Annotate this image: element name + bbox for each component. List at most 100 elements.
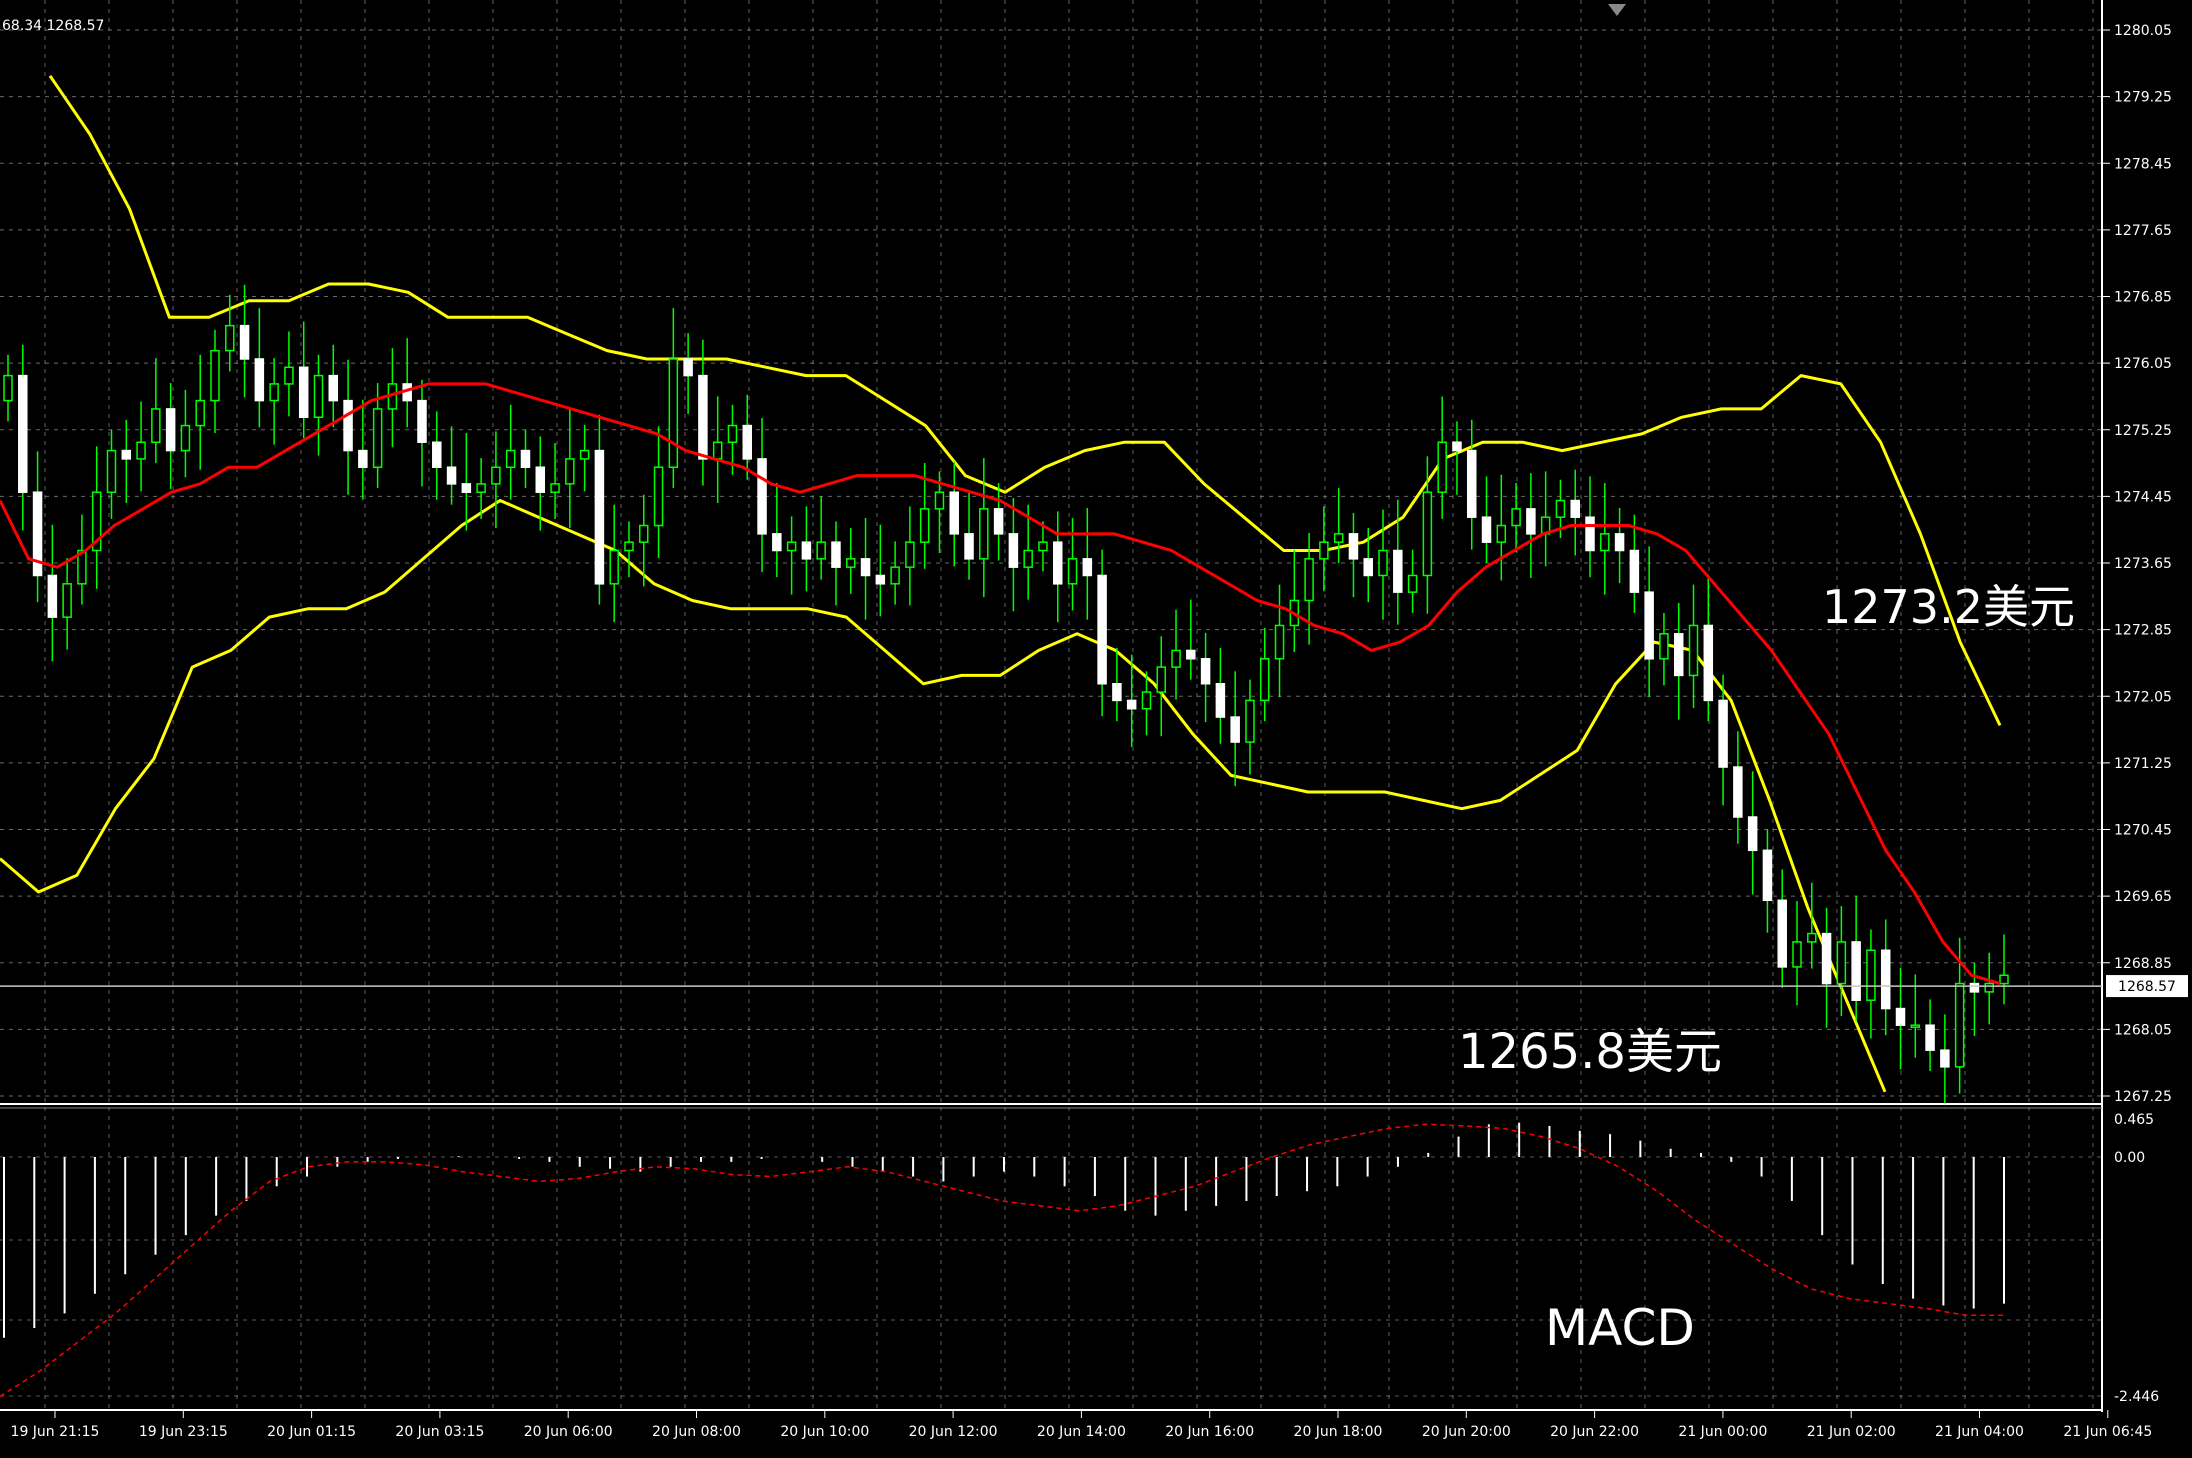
candle-body [1437, 441, 1447, 493]
candle-body [609, 549, 619, 585]
candle-body [195, 399, 205, 427]
candle-body [712, 441, 723, 460]
x-tick-label: 20 Jun 12:00 [909, 1424, 998, 1440]
y-tick-label: 1272.05 [2114, 689, 2172, 705]
candle-body [831, 541, 841, 568]
candle-body [1274, 624, 1285, 660]
current-price-label: 1268.57 [2118, 979, 2176, 995]
x-tick-label: 21 Jun 02:00 [1807, 1424, 1896, 1440]
candle-body [47, 574, 58, 618]
y-tick-label: 1277.65 [2114, 223, 2172, 239]
candle-body [1526, 508, 1536, 535]
candle-body [1067, 558, 1078, 585]
candle-body [579, 449, 590, 460]
x-tick-label: 20 Jun 10:00 [780, 1424, 869, 1440]
y-tick-label: 1272.85 [2114, 623, 2172, 639]
candle-body [1851, 941, 1861, 1001]
candle-body [653, 466, 664, 527]
candle-body [846, 558, 856, 568]
candle-body [136, 441, 146, 460]
candle-body [1807, 932, 1817, 943]
x-tick-label: 20 Jun 20:00 [1422, 1424, 1511, 1440]
macd-y-tick-label: 0.00 [2114, 1150, 2145, 1166]
candle-body [1496, 524, 1507, 543]
candle-body [1629, 549, 1640, 593]
y-tick-label: 1275.25 [2114, 423, 2172, 439]
candle-body [550, 483, 560, 493]
y-tick-label: 1269.65 [2114, 889, 2172, 905]
candle-body [1733, 766, 1743, 818]
candle-body [106, 449, 117, 493]
x-tick-label: 20 Jun 18:00 [1294, 1424, 1383, 1440]
candle-body [505, 449, 516, 468]
candle-body [1673, 633, 1684, 677]
candle-body [565, 458, 575, 485]
x-tick-label: 21 Jun 00:00 [1678, 1424, 1767, 1440]
candle-body [964, 533, 974, 560]
candle-body [1688, 624, 1699, 677]
candle-body [993, 508, 1004, 535]
x-tick-label: 21 Jun 04:00 [1935, 1424, 2024, 1440]
candle-body [1393, 549, 1403, 593]
candle-body [1954, 982, 1965, 1068]
x-tick-label: 19 Jun 23:15 [139, 1424, 228, 1440]
candle-body [1895, 1007, 1906, 1026]
candle-body [1097, 574, 1107, 685]
y-tick-label: 1276.05 [2114, 356, 2172, 372]
candle-body [727, 424, 738, 443]
candle-body [1141, 691, 1152, 710]
candle-body [1452, 441, 1462, 452]
candle-body [358, 449, 368, 468]
y-tick-label: 1274.45 [2114, 489, 2172, 505]
candle-body [180, 424, 191, 452]
x-tick-label: 20 Jun 16:00 [1165, 1424, 1254, 1440]
candle-body [949, 491, 960, 535]
y-tick-label: 1268.05 [2114, 1022, 2172, 1038]
candle-body [520, 449, 531, 468]
candle-body [1762, 849, 1773, 902]
candle-body [1186, 649, 1196, 660]
chart-canvas: 1280.05 1279.25 1278.45 1277.65 1276.85 1276.… [0, 0, 2192, 1458]
macd-y-tick-label: 0.465 [2114, 1112, 2154, 1128]
candle-body [313, 374, 324, 419]
x-tick-label: 20 Jun 14:00 [1037, 1424, 1126, 1440]
candle-body [491, 466, 501, 485]
candle-body [225, 324, 235, 352]
candle-body [1038, 541, 1048, 552]
candle-body [417, 399, 427, 443]
candle-body [1644, 591, 1654, 660]
candle-body [1614, 533, 1625, 552]
candle-body [890, 566, 900, 585]
candle-body [757, 458, 767, 535]
candle-body [1333, 533, 1344, 543]
candle-body [210, 349, 220, 402]
candle-body [1585, 516, 1595, 552]
candle-body [1940, 1049, 1950, 1068]
candle-body [343, 399, 353, 452]
y-tick-label: 1270.45 [2114, 823, 2172, 839]
candle-body [372, 408, 383, 468]
y-tick-label: 1271.25 [2114, 756, 2172, 772]
y-tick-label: 1278.45 [2114, 156, 2172, 172]
candle-body [1259, 658, 1270, 702]
macd-label: MACD [1545, 1299, 1695, 1357]
candle-body [1792, 941, 1802, 968]
candle-body [1023, 549, 1033, 568]
candle-body [1777, 899, 1787, 968]
candle-body [328, 374, 339, 402]
x-tick-label: 20 Jun 06:00 [524, 1424, 613, 1440]
candle-body [1910, 1024, 1921, 1028]
candle-body [432, 441, 442, 468]
candle-body [1570, 499, 1580, 518]
candle-body [786, 541, 797, 552]
candle-body [979, 508, 989, 560]
candle-body [816, 541, 826, 560]
candle-body [1481, 516, 1492, 543]
candle-body [1082, 558, 1093, 577]
candle-body [1925, 1024, 1935, 1051]
candle-body [298, 366, 309, 419]
y-tick-label: 1276.85 [2114, 290, 2172, 306]
candle-body [1969, 982, 1980, 993]
x-tick-label: 21 Jun 06:45 [2063, 1424, 2152, 1440]
candle-body [1200, 658, 1211, 685]
